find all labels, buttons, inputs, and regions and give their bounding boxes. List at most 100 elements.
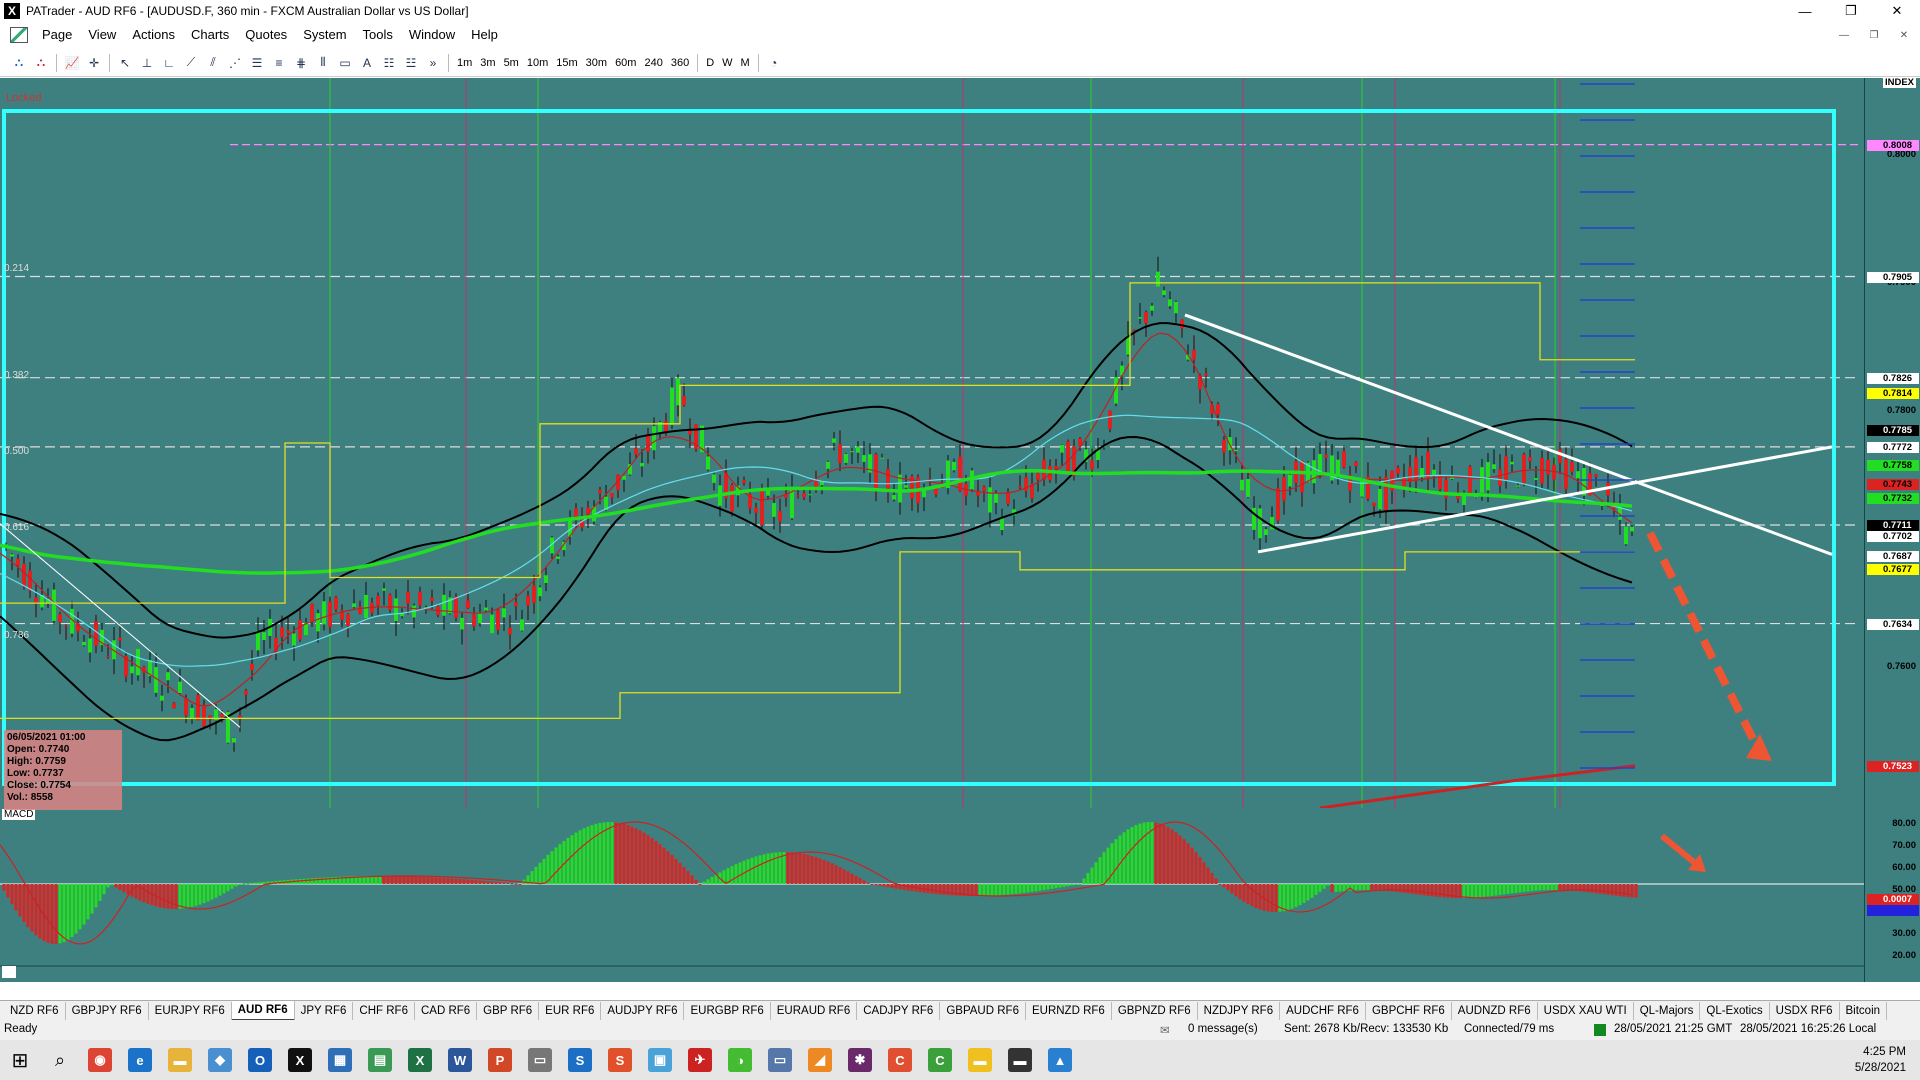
notes-icon[interactable]: ▬ xyxy=(960,1040,1000,1080)
price-chart[interactable] xyxy=(0,78,1864,808)
symbol-tab-aud-rf6[interactable]: AUD RF6 xyxy=(231,1000,295,1021)
menu-actions[interactable]: Actions xyxy=(124,24,183,46)
menu-window[interactable]: Window xyxy=(401,24,463,46)
slack-icon[interactable]: ✱ xyxy=(840,1040,880,1080)
windows-start-icon[interactable]: ⊞ xyxy=(0,1040,40,1080)
fib-ext-icon[interactable]: ≡ xyxy=(268,52,290,74)
symbol-tab-usdx-rf6[interactable]: USDX RF6 xyxy=(1770,1001,1840,1020)
mdi-close-icon[interactable]: ✕ xyxy=(1892,27,1916,43)
chrome-icon[interactable]: ◉ xyxy=(80,1040,120,1080)
symbol-tab-audchf-rf6[interactable]: AUDCHF RF6 xyxy=(1280,1001,1366,1020)
more-icon[interactable]: » xyxy=(422,52,444,74)
symbol-tab-cad-rf6[interactable]: CAD RF6 xyxy=(415,1001,478,1020)
bird-icon[interactable]: ✈ xyxy=(680,1040,720,1080)
symbol-tab-gbpaud-rf6[interactable]: GBPAUD RF6 xyxy=(940,1001,1026,1020)
symbol-tab-nzdjpy-rf6[interactable]: NZDJPY RF6 xyxy=(1198,1001,1281,1020)
patrader-icon[interactable]: X xyxy=(280,1040,320,1080)
mdi-minimize-icon[interactable]: — xyxy=(1832,27,1856,43)
tool-icon[interactable]: ◆ xyxy=(200,1040,240,1080)
clock-icon[interactable]: ◔ xyxy=(763,52,785,74)
excel-icon[interactable]: X xyxy=(400,1040,440,1080)
text-icon[interactable]: A xyxy=(356,52,378,74)
symbol-tab-gbpchf-rf6[interactable]: GBPCHF RF6 xyxy=(1366,1001,1452,1020)
chart-icon[interactable]: 📈 xyxy=(61,52,83,74)
symbol-tab-cadjpy-rf6[interactable]: CADJPY RF6 xyxy=(857,1001,941,1020)
symbol-tab-nzd-rf6[interactable]: NZD RF6 xyxy=(4,1001,66,1020)
tf-monthly[interactable]: M xyxy=(737,52,754,74)
symbol-tab-gbpjpy-rf6[interactable]: GBPJPY RF6 xyxy=(66,1001,149,1020)
symbol-tab-gbpnzd-rf6[interactable]: GBPNZD RF6 xyxy=(1112,1001,1198,1020)
green-app-icon[interactable]: ◑ xyxy=(720,1040,760,1080)
symbol-tab-euraud-rf6[interactable]: EURAUD RF6 xyxy=(771,1001,858,1020)
tf-1m[interactable]: 1m xyxy=(453,52,476,74)
menu-system[interactable]: System xyxy=(295,24,354,46)
crosshair-icon[interactable]: ✛ xyxy=(83,52,105,74)
tf-30m[interactable]: 30m xyxy=(582,52,611,74)
list-icon[interactable]: ☷ xyxy=(378,52,400,74)
menu-charts[interactable]: Charts xyxy=(183,24,237,46)
menu-tools[interactable]: Tools xyxy=(355,24,401,46)
sell-icon[interactable]: ⛬ xyxy=(30,52,52,74)
menu-help[interactable]: Help xyxy=(463,24,506,46)
menu-view[interactable]: View xyxy=(80,24,124,46)
symbol-tab-bitcoin[interactable]: Bitcoin xyxy=(1840,1001,1888,1020)
fan-icon[interactable]: ⋰ xyxy=(224,52,246,74)
app-icon-gray[interactable]: ▭ xyxy=(520,1040,560,1080)
symbol-tab-gbp-rf6[interactable]: GBP RF6 xyxy=(477,1001,540,1020)
chart-area[interactable]: Locked 0.214 0.382 0.500 0.616 0.786 MAC… xyxy=(0,77,1920,982)
page-chart-icon[interactable] xyxy=(10,27,28,43)
folder-icon[interactable]: ▬ xyxy=(160,1040,200,1080)
powerpoint-icon[interactable]: P xyxy=(480,1040,520,1080)
calculator-icon[interactable]: ▦ xyxy=(320,1040,360,1080)
buy-icon[interactable]: ⛬ xyxy=(8,52,30,74)
cursor-icon[interactable]: ↖ xyxy=(114,52,136,74)
rectangle-icon[interactable]: ▭ xyxy=(334,52,356,74)
menu-quotes[interactable]: Quotes xyxy=(237,24,295,46)
delete-lines-icon[interactable]: ☳ xyxy=(400,52,422,74)
tf-15m[interactable]: 15m xyxy=(552,52,581,74)
symbol-tab-audjpy-rf6[interactable]: AUDJPY RF6 xyxy=(601,1001,685,1020)
trendline-icon[interactable]: ⟋ xyxy=(180,52,202,74)
snagit-icon[interactable]: S xyxy=(560,1040,600,1080)
symbol-tab-eurjpy-rf6[interactable]: EURJPY RF6 xyxy=(149,1001,232,1020)
mdi-restore-icon[interactable]: ❐ xyxy=(1862,27,1886,43)
vline-icon[interactable]: ∟ xyxy=(158,52,180,74)
taskbar-clock[interactable]: 4:25 PM 5/28/2021 xyxy=(1855,1044,1906,1076)
photos-icon[interactable]: ▲ xyxy=(1040,1040,1080,1080)
tf-5m[interactable]: 5m xyxy=(500,52,523,74)
symbol-tab-eurnzd-rf6[interactable]: EURNZD RF6 xyxy=(1026,1001,1112,1020)
orange-app-icon[interactable]: ◢ xyxy=(800,1040,840,1080)
minimize-icon[interactable]: — xyxy=(1782,0,1828,22)
restore-icon[interactable]: ❐ xyxy=(1828,0,1874,22)
word-icon[interactable]: W xyxy=(440,1040,480,1080)
outlook-icon[interactable]: O xyxy=(240,1040,280,1080)
tf-60m[interactable]: 60m xyxy=(611,52,640,74)
camtasia-icon[interactable]: C xyxy=(920,1040,960,1080)
macd-chart[interactable] xyxy=(0,808,1864,978)
symbol-tab-ql-majors[interactable]: QL-Majors xyxy=(1634,1001,1701,1020)
chart-app-icon[interactable]: ▤ xyxy=(360,1040,400,1080)
tf-3m[interactable]: 3m xyxy=(476,52,499,74)
tf-360[interactable]: 360 xyxy=(667,52,693,74)
price-axis[interactable]: INDEX0.80000.79000.78000.77000.76000.800… xyxy=(1864,77,1920,982)
monitor-icon[interactable]: ▭ xyxy=(760,1040,800,1080)
cycle-icon[interactable]: ⦀ xyxy=(312,52,334,74)
tf-daily[interactable]: D xyxy=(702,52,718,74)
close-icon[interactable]: ✕ xyxy=(1874,0,1920,22)
channel-icon[interactable]: ⫽ xyxy=(202,52,224,74)
tf-240[interactable]: 240 xyxy=(640,52,666,74)
symbol-tab-audnzd-rf6[interactable]: AUDNZD RF6 xyxy=(1452,1001,1538,1020)
tf-weekly[interactable]: W xyxy=(718,52,736,74)
search-icon[interactable]: ⌕ xyxy=(40,1040,80,1080)
menu-page[interactable]: Page xyxy=(34,24,80,46)
gann-icon[interactable]: ⋕ xyxy=(290,52,312,74)
symbol-tab-chf-rf6[interactable]: CHF RF6 xyxy=(353,1001,415,1020)
c-app-icon[interactable]: C xyxy=(880,1040,920,1080)
symbol-tab-usdx-xau-wti[interactable]: USDX XAU WTI xyxy=(1538,1001,1634,1020)
snagit-editor-icon[interactable]: S xyxy=(600,1040,640,1080)
tf-10m[interactable]: 10m xyxy=(523,52,552,74)
remote-icon[interactable]: ▣ xyxy=(640,1040,680,1080)
symbol-tab-ql-exotics[interactable]: QL-Exotics xyxy=(1700,1001,1770,1020)
terminal-icon[interactable]: ▬ xyxy=(1000,1040,1040,1080)
symbol-tab-eur-rf6[interactable]: EUR RF6 xyxy=(539,1001,602,1020)
